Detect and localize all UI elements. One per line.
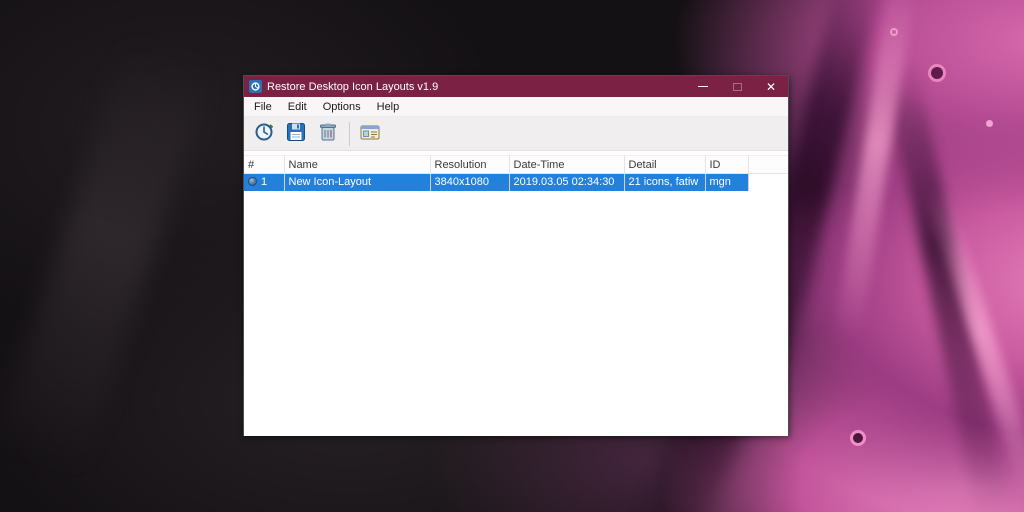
restore-layout-button[interactable]: [250, 120, 278, 148]
background-bubble: [928, 64, 946, 82]
column-header-resolution[interactable]: Resolution: [430, 156, 509, 174]
restore-layout-icon: [253, 121, 275, 146]
maximize-button[interactable]: [720, 76, 754, 97]
close-button[interactable]: ✕: [754, 76, 788, 97]
background-swirl: [883, 61, 1012, 512]
table-row[interactable]: 1 New Icon-Layout 3840x1080 2019.03.05 0…: [244, 174, 788, 191]
background-swirl: [0, 37, 214, 474]
app-window: Restore Desktop Icon Layouts v1.9 ✕ File…: [243, 75, 789, 436]
column-header-name[interactable]: Name: [284, 156, 430, 174]
column-header-num[interactable]: #: [244, 156, 284, 174]
cell-name: New Icon-Layout: [284, 174, 430, 191]
delete-layout-icon: [317, 121, 339, 146]
column-header-filler: [748, 156, 788, 174]
menu-options[interactable]: Options: [315, 99, 369, 115]
minimize-icon: [698, 86, 708, 87]
id-card-button[interactable]: [356, 120, 384, 148]
minimize-button[interactable]: [686, 76, 720, 97]
desktop-background: Restore Desktop Icon Layouts v1.9 ✕ File…: [0, 0, 1024, 512]
maximize-icon: [733, 83, 742, 91]
background-bubble: [850, 430, 866, 446]
delete-layout-button[interactable]: [314, 120, 342, 148]
layout-list: # Name Resolution Date-Time Detail ID 1 …: [244, 151, 788, 436]
save-layout-button[interactable]: [282, 120, 310, 148]
cell-num: 1: [244, 174, 284, 191]
titlebar[interactable]: Restore Desktop Icon Layouts v1.9 ✕: [244, 76, 788, 97]
cell-id: mgn: [705, 174, 748, 191]
menu-edit[interactable]: Edit: [280, 99, 315, 115]
column-header-id[interactable]: ID: [705, 156, 748, 174]
table-header-row: # Name Resolution Date-Time Detail ID: [244, 156, 788, 174]
window-title: Restore Desktop Icon Layouts v1.9: [267, 81, 686, 93]
background-swirl: [925, 185, 1024, 506]
cell-resolution: 3840x1080: [430, 174, 509, 191]
close-icon: ✕: [766, 81, 776, 93]
layout-bullet-icon: [248, 177, 257, 186]
cell-filler: [748, 174, 788, 191]
toolbar: [244, 117, 788, 151]
cell-detail: 21 icons, fatiw: [624, 174, 705, 191]
menu-help[interactable]: Help: [369, 99, 408, 115]
save-layout-icon: [285, 121, 307, 146]
background-bubble: [986, 120, 993, 127]
background-bubble: [890, 28, 898, 36]
background-swirl: [834, 0, 916, 340]
app-icon: [249, 80, 262, 93]
layout-table: # Name Resolution Date-Time Detail ID 1 …: [244, 155, 788, 191]
id-card-icon: [359, 121, 381, 146]
toolbar-separator: [349, 122, 350, 146]
menu-file[interactable]: File: [246, 99, 280, 115]
column-header-detail[interactable]: Detail: [624, 156, 705, 174]
window-controls: ✕: [686, 76, 788, 97]
column-header-datetime[interactable]: Date-Time: [509, 156, 624, 174]
cell-datetime: 2019.03.05 02:34:30: [509, 174, 624, 191]
menubar: File Edit Options Help: [244, 97, 788, 117]
